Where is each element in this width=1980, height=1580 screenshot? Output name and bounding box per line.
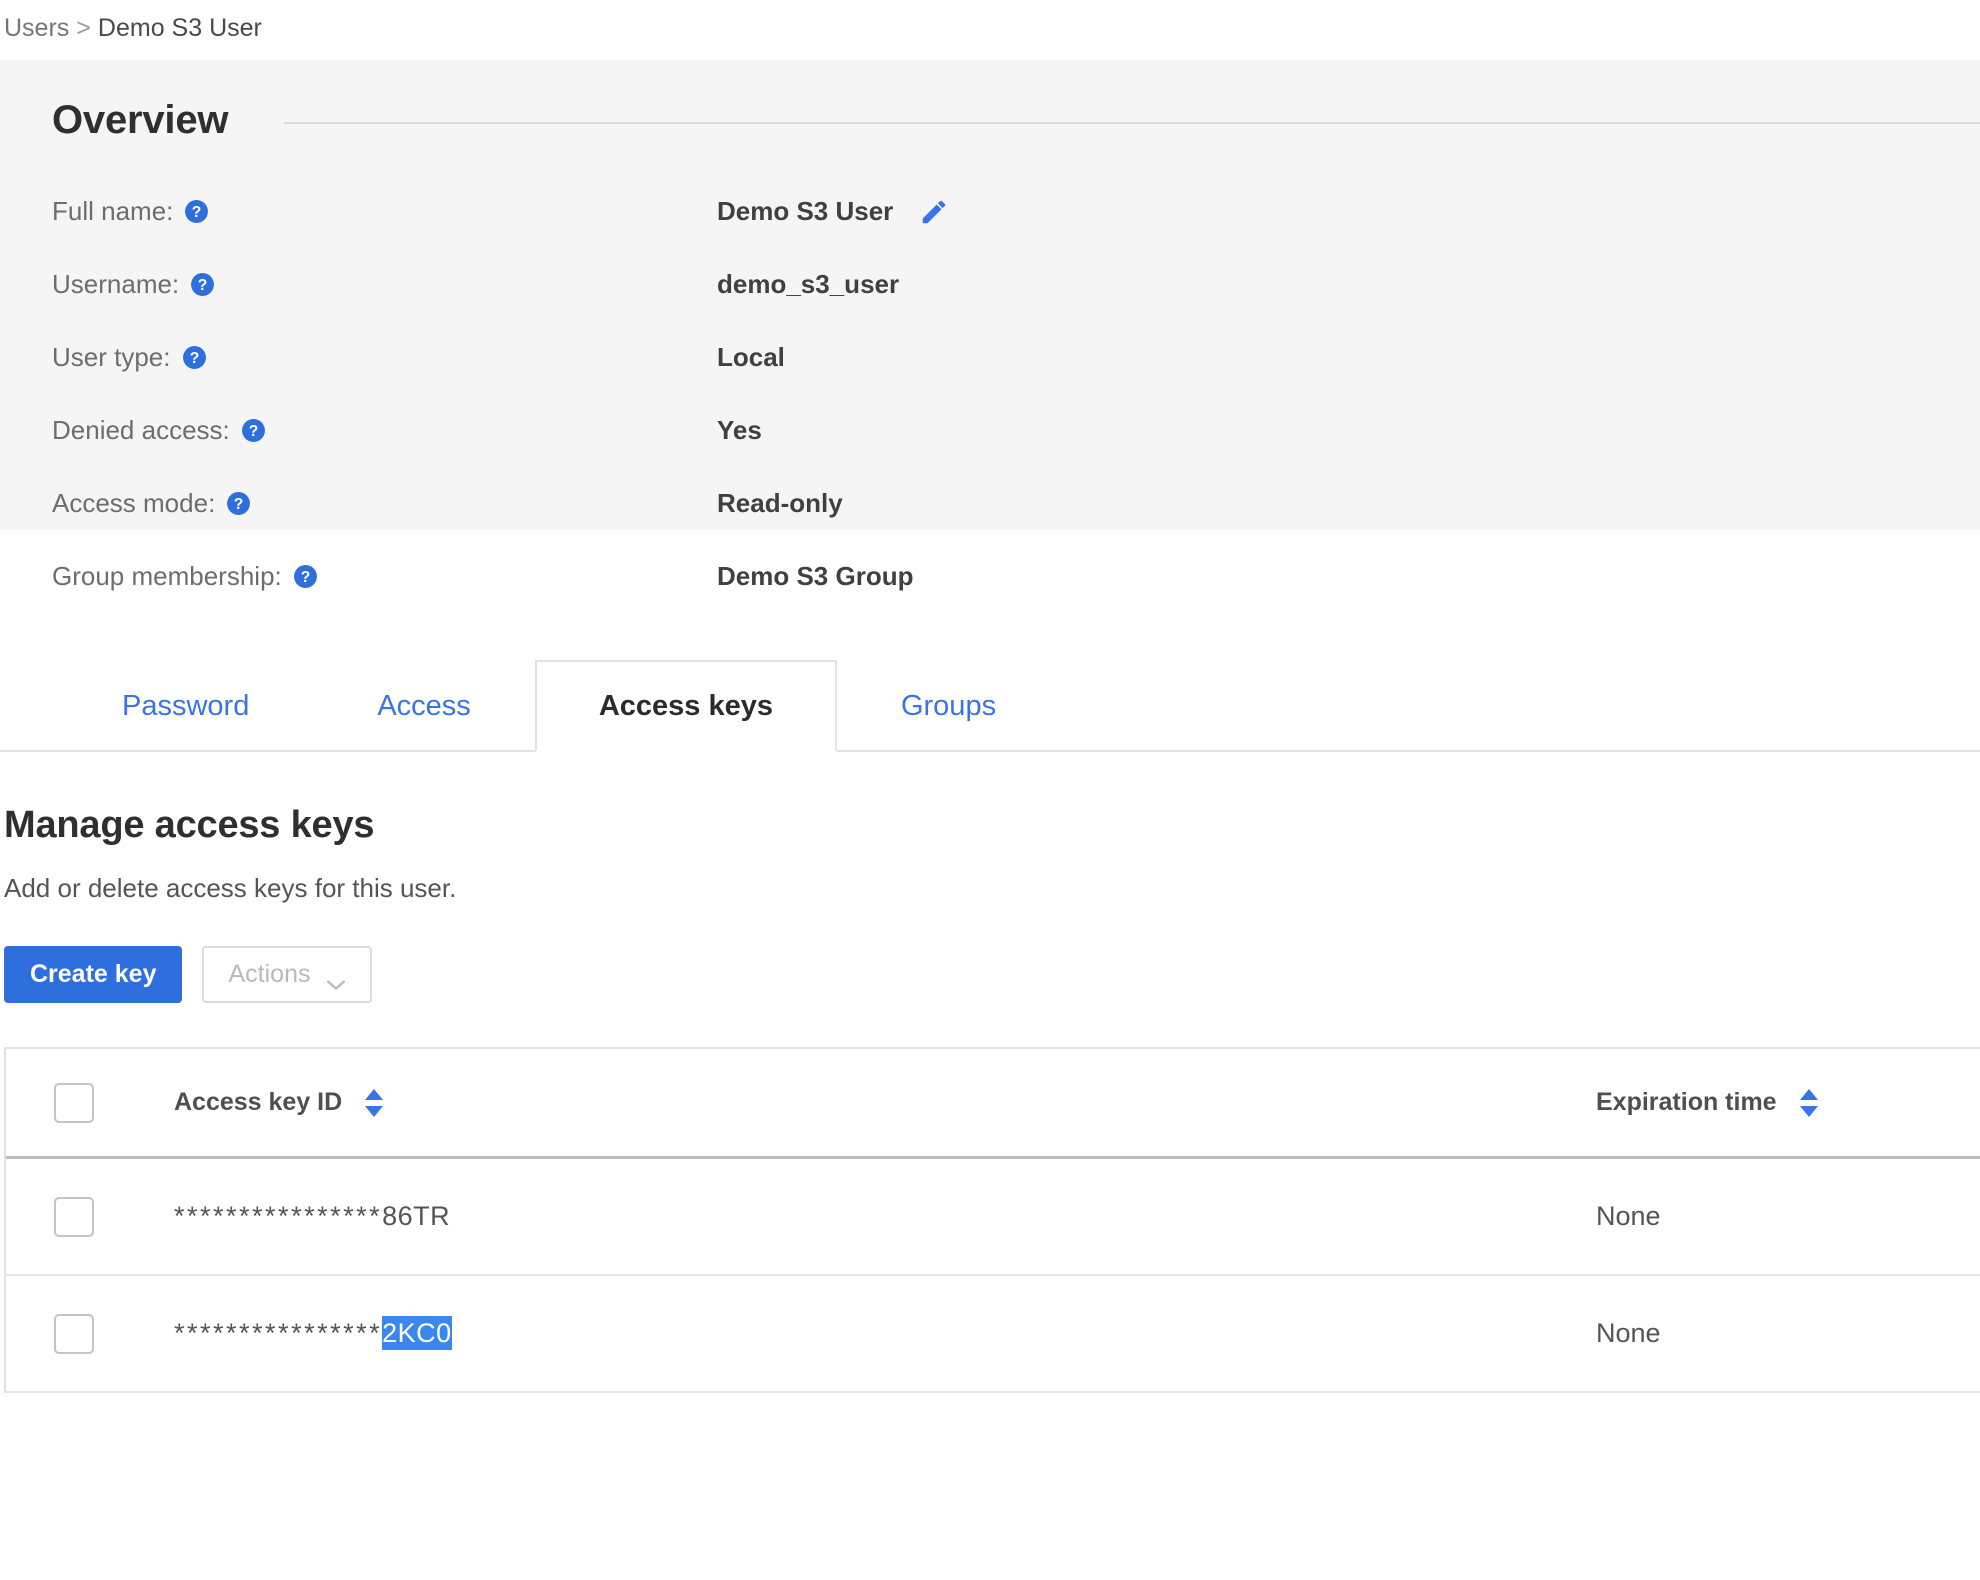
- create-key-button[interactable]: Create key: [4, 946, 183, 1003]
- field-value-text: demo_s3_user: [717, 269, 900, 299]
- breadcrumb: Users > Demo S3 User: [0, 0, 1980, 41]
- field-value-denied-access: Yes: [717, 415, 762, 446]
- row-cell-select: [6, 1313, 166, 1354]
- expiration-time-value: None: [1596, 1201, 1661, 1231]
- breadcrumb-link-users[interactable]: Users: [4, 14, 69, 42]
- field-row-denied-access: Denied access: ? Yes: [52, 394, 1980, 467]
- sort-arrows-icon[interactable]: [362, 1087, 386, 1119]
- help-circle-icon[interactable]: ?: [241, 418, 266, 443]
- field-value-group-membership: Demo S3 Group: [717, 561, 913, 592]
- field-value-text: Read-only: [717, 488, 843, 518]
- tab-bar: Password Access Access keys Groups: [0, 660, 1980, 752]
- overview-header: Overview: [0, 60, 1980, 143]
- field-value-access-mode: Read-only: [717, 488, 843, 519]
- page-title: Overview: [52, 98, 229, 142]
- section-title: Manage access keys: [4, 804, 375, 846]
- help-circle-icon[interactable]: ?: [182, 345, 207, 370]
- field-row-full-name: Full name: ? Demo S3 User: [52, 175, 1980, 248]
- actions-dropdown-button[interactable]: Actions: [202, 946, 373, 1003]
- field-label-full-name: Full name: ?: [52, 196, 717, 227]
- table-header-row: Access key ID Expiration time: [6, 1049, 1980, 1159]
- help-circle-icon[interactable]: ?: [184, 199, 209, 224]
- access-keys-table: Access key ID Expiration time **********…: [4, 1047, 1980, 1393]
- field-row-user-type: User type: ? Local: [52, 321, 1980, 394]
- svg-text:?: ?: [198, 277, 208, 294]
- header-cell-access-key-id: Access key ID: [166, 1087, 1596, 1119]
- expiration-time-value: None: [1596, 1318, 1661, 1348]
- field-value-text: Demo S3 User: [717, 196, 894, 226]
- svg-text:?: ?: [234, 496, 244, 513]
- field-row-group-membership: Group membership: ? Demo S3 Group: [52, 540, 1980, 613]
- field-label-text: Full name:: [52, 196, 174, 226]
- header-cell-select-all: [6, 1082, 166, 1123]
- manage-access-keys-section: Manage access keys Add or delete access …: [0, 752, 1980, 1393]
- field-value-text: Demo S3 Group: [717, 561, 914, 591]
- column-header-label: Access key ID: [174, 1088, 343, 1116]
- field-label-access-mode: Access mode: ?: [52, 488, 717, 519]
- row-cell-expiration-time: None: [1596, 1201, 1980, 1232]
- field-label-username: Username: ?: [52, 269, 717, 300]
- actions-label: Actions: [228, 960, 311, 988]
- header-cell-expiration-time: Expiration time: [1596, 1087, 1980, 1119]
- column-header-access-key-id[interactable]: Access key ID: [174, 1087, 386, 1119]
- breadcrumb-current: Demo S3 User: [97, 14, 262, 42]
- svg-text:?: ?: [192, 204, 202, 221]
- column-header-label: Expiration time: [1596, 1088, 1777, 1116]
- select-all-checkbox[interactable]: [54, 1082, 94, 1123]
- row-checkbox[interactable]: [54, 1313, 94, 1354]
- access-key-suffix: 86TR: [382, 1201, 451, 1231]
- field-label-text: User type:: [52, 342, 171, 372]
- tab-password[interactable]: Password: [0, 660, 313, 752]
- tab-access[interactable]: Access: [313, 660, 534, 752]
- chevron-down-icon: [326, 969, 346, 990]
- tab-groups[interactable]: Groups: [837, 660, 1060, 752]
- row-cell-access-key-id: ****************2KC0: [166, 1316, 1596, 1350]
- overview-fields: Full name: ? Demo S3 User Username: ? de…: [0, 175, 1980, 613]
- field-row-username: Username: ? demo_s3_user: [52, 248, 1980, 321]
- field-label-user-type: User type: ?: [52, 342, 717, 373]
- table-row[interactable]: ****************86TR None: [6, 1159, 1980, 1276]
- svg-text:?: ?: [189, 350, 199, 367]
- row-cell-access-key-id: ****************86TR: [166, 1201, 1596, 1232]
- sort-arrows-icon[interactable]: [1797, 1087, 1821, 1119]
- field-label-text: Denied access:: [52, 415, 230, 445]
- overview-panel: Overview Full name: ? Demo S3 User Usern…: [0, 60, 1980, 591]
- field-label-denied-access: Denied access: ?: [52, 415, 717, 446]
- row-cell-select: [6, 1196, 166, 1237]
- field-label-text: Username:: [52, 269, 180, 299]
- field-label-text: Group membership:: [52, 561, 282, 591]
- row-checkbox[interactable]: [54, 1196, 94, 1237]
- section-subtitle: Add or delete access keys for this user.: [4, 873, 457, 903]
- field-value-text: Local: [717, 342, 785, 372]
- field-value-user-type: Local: [717, 342, 785, 373]
- field-value-full-name: Demo S3 User: [717, 196, 949, 227]
- table-row[interactable]: ****************2KC0 None: [6, 1276, 1980, 1393]
- breadcrumb-separator: >: [76, 14, 91, 42]
- field-value-text: Yes: [717, 415, 762, 445]
- access-key-mask: ****************: [174, 1201, 383, 1231]
- svg-text:?: ?: [248, 423, 258, 440]
- tab-access-keys[interactable]: Access keys: [534, 660, 837, 752]
- column-header-expiration-time[interactable]: Expiration time: [1596, 1087, 1821, 1119]
- access-key-id-value: ****************2KC0: [174, 1316, 452, 1350]
- action-button-row: Create key Actions: [4, 946, 1980, 1003]
- access-key-mask: ****************: [174, 1318, 383, 1348]
- field-label-group-membership: Group membership: ?: [52, 561, 717, 592]
- help-circle-icon[interactable]: ?: [190, 272, 215, 297]
- access-key-suffix-selected: 2KC0: [382, 1316, 452, 1350]
- pencil-icon[interactable]: [919, 197, 949, 227]
- field-label-text: Access mode:: [52, 488, 216, 518]
- access-key-id-value: ****************86TR: [174, 1201, 450, 1232]
- field-row-access-mode: Access mode: ? Read-only: [52, 467, 1980, 540]
- help-circle-icon[interactable]: ?: [293, 564, 318, 589]
- field-value-username: demo_s3_user: [717, 269, 899, 300]
- help-circle-icon[interactable]: ?: [226, 491, 251, 516]
- row-cell-expiration-time: None: [1596, 1318, 1980, 1349]
- svg-text:?: ?: [300, 569, 310, 586]
- overview-divider: [284, 121, 1980, 124]
